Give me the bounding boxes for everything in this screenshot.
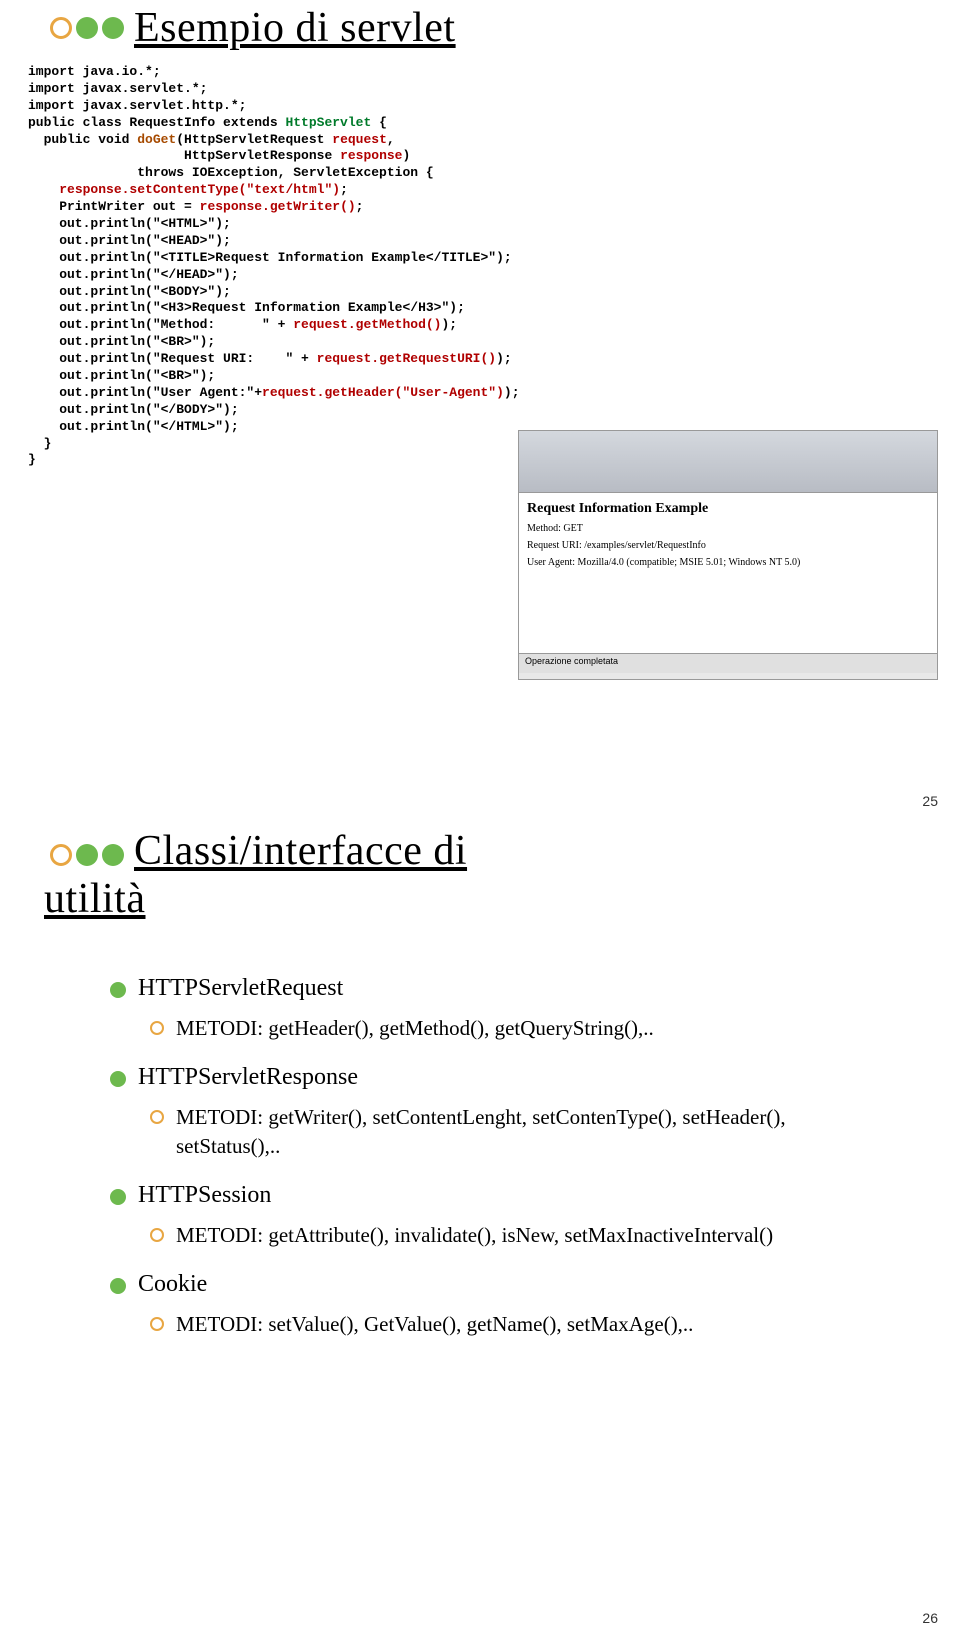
list-item-text: METODI: getAttribute(), invalidate(), is… (176, 1221, 773, 1249)
slide-2: Classi/interfacce di utilità HTTPServlet… (0, 817, 960, 1634)
browser-heading: Request Information Example (527, 501, 929, 517)
code-block: import java.io.*;import javax.servlet.*;… (0, 52, 960, 469)
bullet-fill-icon (110, 1071, 126, 1087)
list-item-l2: METODI: getHeader(), getMethod(), getQue… (150, 1014, 870, 1042)
list-item-l1: HTTPSession (110, 1182, 870, 1209)
browser-body: Request Information Example Method: GET … (519, 493, 937, 653)
browser-status: Operazione completata (519, 653, 937, 673)
bullet-fill-icon (102, 17, 124, 39)
slide-1: Esempio di servlet import java.io.*;impo… (0, 0, 960, 817)
title-row: Classi/interfacce di utilità (0, 817, 960, 923)
list-item-l2: METODI: getWriter(), setContentLenght, s… (150, 1103, 870, 1160)
list-item-text: HTTPServletResponse (138, 1064, 358, 1091)
browser-screenshot: Request Information Example Method: GET … (518, 430, 938, 680)
list-item-text: Cookie (138, 1271, 207, 1298)
bullet-outline-icon (50, 844, 72, 866)
bullet-outline-icon (50, 17, 72, 39)
list-item-l1: HTTPServletResponse (110, 1064, 870, 1091)
bullet-fill-icon (102, 844, 124, 866)
bullet-fill-icon (76, 844, 98, 866)
slide2-title-line2: utilità (44, 875, 467, 923)
list-item-text: METODI: getWriter(), setContentLenght, s… (176, 1103, 870, 1160)
bullet-outline-icon (150, 1317, 164, 1331)
bullet-fill-icon (76, 17, 98, 39)
title-row: Esempio di servlet (0, 0, 960, 52)
bullet-outline-icon (150, 1228, 164, 1242)
slide1-title: Esempio di servlet (134, 4, 456, 52)
browser-line2: Request URI: /examples/servlet/RequestIn… (527, 540, 929, 551)
list-item-text: HTTPSession (138, 1182, 271, 1209)
browser-line1: Method: GET (527, 523, 929, 534)
browser-line3: User Agent: Mozilla/4.0 (compatible; MSI… (527, 557, 929, 568)
status-left: Operazione completata (525, 656, 618, 666)
list-item-text: METODI: setValue(), GetValue(), getName(… (176, 1310, 693, 1338)
bullet-outline-icon (150, 1021, 164, 1035)
list-item-l1: HTTPServletRequest (110, 975, 870, 1002)
bullet-fill-icon (110, 1189, 126, 1205)
bullet-fill-icon (110, 1278, 126, 1294)
title-bullets (50, 844, 124, 866)
list-item-l2: METODI: getAttribute(), invalidate(), is… (150, 1221, 870, 1249)
bullet-fill-icon (110, 982, 126, 998)
bullet-outline-icon (150, 1110, 164, 1124)
title-bullets (50, 17, 124, 39)
list-item-l2: METODI: setValue(), GetValue(), getName(… (150, 1310, 870, 1338)
browser-toolbar (519, 431, 937, 493)
list-item-text: METODI: getHeader(), getMethod(), getQue… (176, 1014, 654, 1042)
list-item-text: HTTPServletRequest (138, 975, 343, 1002)
slide2-title-line1: Classi/interfacce di (134, 827, 467, 875)
page-number: 26 (922, 1610, 938, 1626)
slide2-content: HTTPServletRequest METODI: getHeader(), g… (0, 923, 960, 1339)
list-item-l1: Cookie (110, 1271, 870, 1298)
page-number: 25 (922, 793, 938, 809)
